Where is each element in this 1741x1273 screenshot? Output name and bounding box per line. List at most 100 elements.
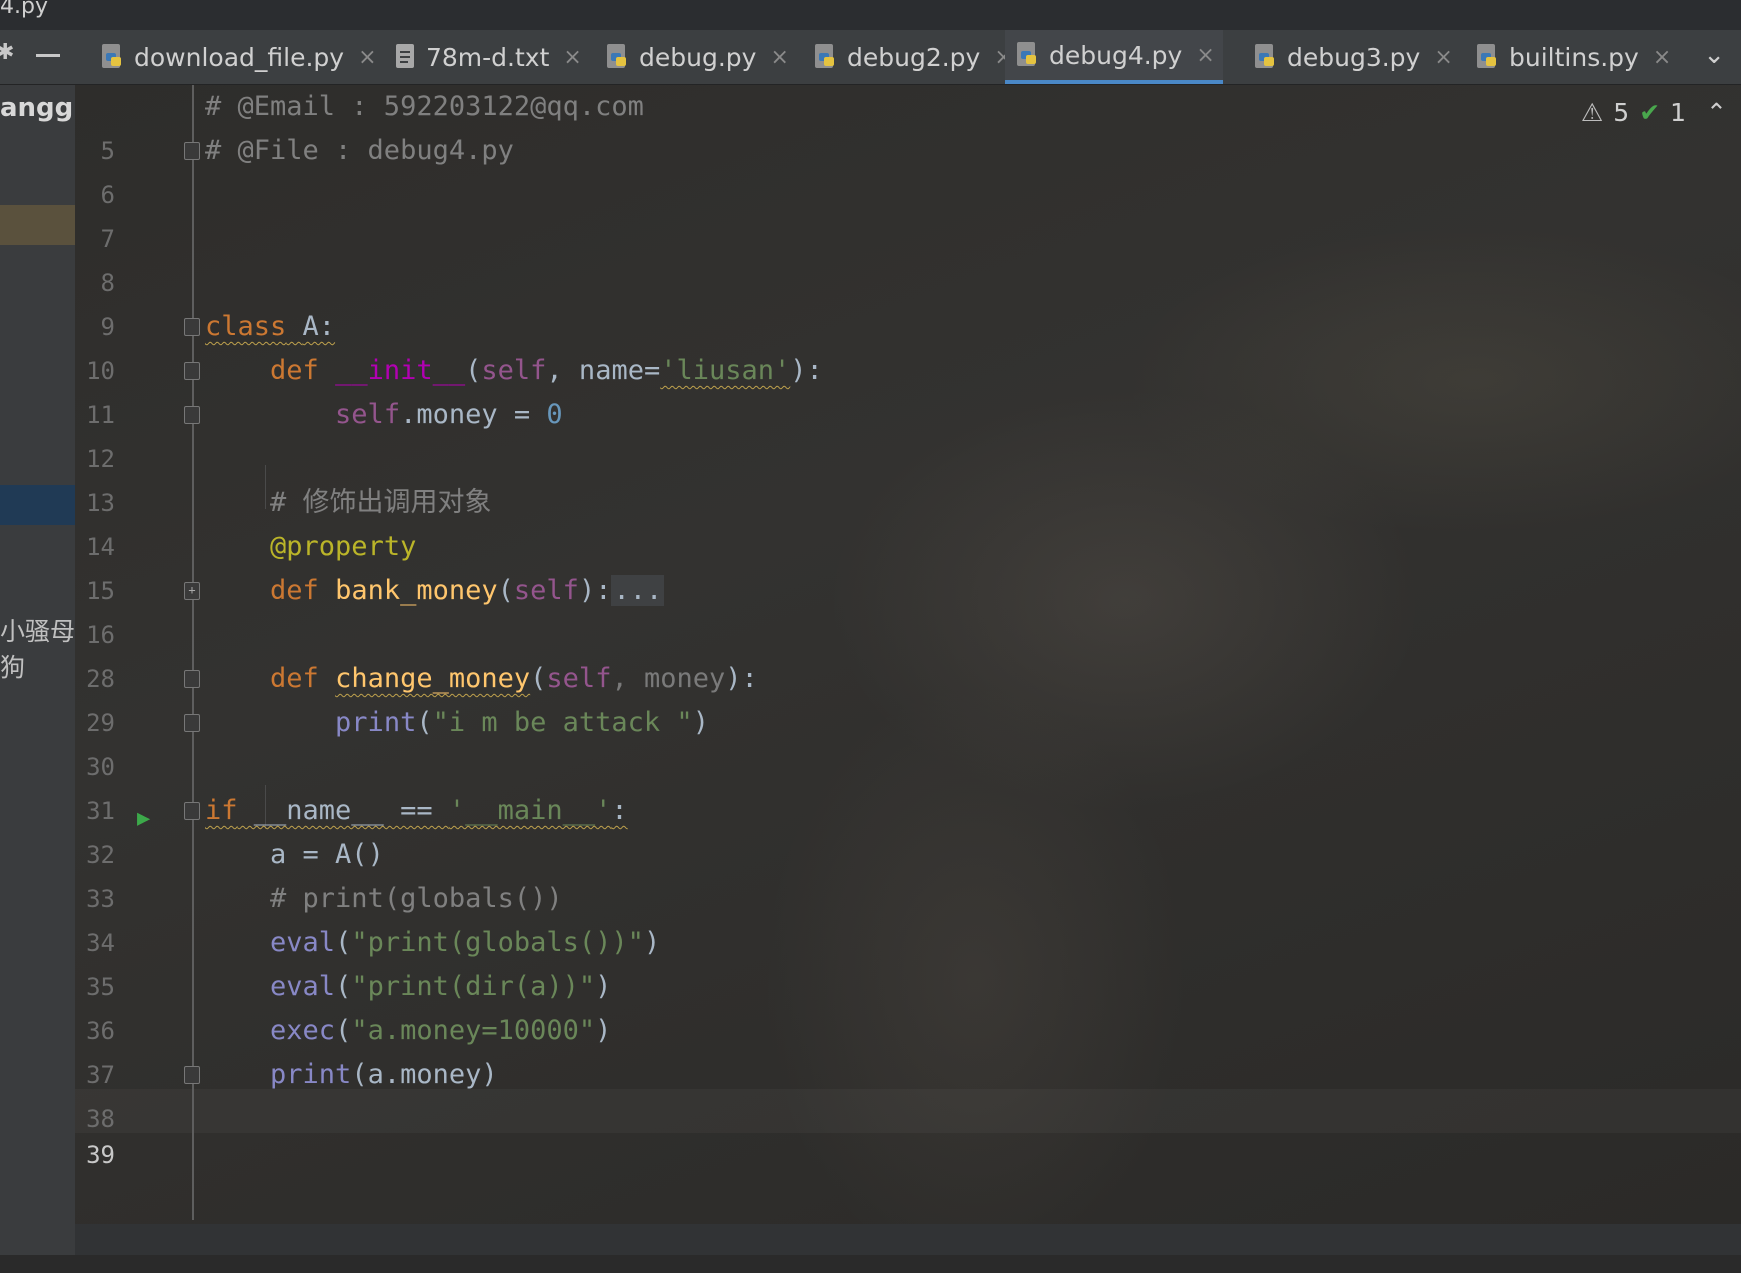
code-line[interactable]: 29 def change_money(self, money): xyxy=(75,657,1741,737)
expand-fold-icon[interactable]: + xyxy=(184,582,200,600)
python-file-icon xyxy=(1475,42,1501,72)
code-line[interactable]: 37 exec("a.money=10000") xyxy=(75,1009,1741,1089)
string-literal: '__main__' xyxy=(448,795,612,826)
code-editor[interactable]: 5 # @Email : 592203122@qq.com 6 # @File … xyxy=(75,85,1741,1225)
tab-label: debug4.py xyxy=(1049,40,1183,70)
fold-icon[interactable] xyxy=(184,670,200,688)
code-line[interactable]: 35 eval("print(globals())") xyxy=(75,921,1741,1001)
tab-label: 78m-d.txt xyxy=(426,42,550,72)
tab-debug4-py[interactable]: debug4.py × xyxy=(1005,30,1223,84)
code-line[interactable]: 32 ▶ if __name__ == '__main__': xyxy=(75,789,1741,869)
tab-debug3-py[interactable]: debug3.py × xyxy=(1243,30,1461,84)
punctuation: ( xyxy=(416,707,433,738)
code-line[interactable]: 36 eval("print(dir(a))") xyxy=(75,965,1741,1045)
function-name: bank_money xyxy=(335,575,498,606)
keyword: def xyxy=(270,575,319,606)
decorator: @property xyxy=(270,531,417,562)
warning-icon: ⚠ xyxy=(1580,98,1604,127)
tab-download-file-py[interactable]: download_file.py × xyxy=(90,30,385,84)
chevron-down-icon[interactable]: ⌄ xyxy=(1703,40,1725,70)
punctuation: ) xyxy=(643,927,661,958)
sidebar-selected-row[interactable] xyxy=(0,205,75,245)
code-line[interactable]: 28 xyxy=(75,613,1741,693)
code-line[interactable]: 12 self.money = 0 xyxy=(75,393,1741,473)
check-icon: ✔ xyxy=(1639,98,1661,127)
tab-label: builtins.py xyxy=(1509,42,1639,72)
code-line[interactable]: 9 xyxy=(75,261,1741,341)
code-line[interactable]: 16 + def bank_money(self):... xyxy=(75,569,1741,649)
statement: a = A() xyxy=(270,839,384,870)
inspection-widget[interactable]: ⚠ 5 ✔ 1 ⌃ xyxy=(1581,98,1727,127)
python-file-icon xyxy=(605,42,631,72)
code-line[interactable]: 6 # @File : debug4.py xyxy=(75,129,1741,209)
tab-78m-d-txt[interactable]: 78m-d.txt × xyxy=(382,30,590,84)
punctuation: ( xyxy=(465,355,482,386)
python-file-icon xyxy=(813,42,839,72)
text-file-icon xyxy=(392,42,418,72)
fold-end-icon[interactable] xyxy=(184,714,200,732)
code-line[interactable]: 11 def __init__(self, name='liusan'): xyxy=(75,349,1741,429)
sidebar-item-project[interactable]: anggu xyxy=(0,93,75,123)
hide-icon[interactable] xyxy=(36,54,60,57)
param: , name= xyxy=(546,355,661,386)
close-icon[interactable]: × xyxy=(563,45,581,70)
close-icon[interactable]: × xyxy=(770,45,788,70)
sidebar-item-label[interactable]: 小骚母狗 xyxy=(0,612,75,684)
punctuation: ): xyxy=(725,663,758,694)
code-line[interactable]: 15 @property xyxy=(75,525,1741,605)
keyword: if xyxy=(205,795,238,826)
chevron-up-icon[interactable]: ⌃ xyxy=(1706,98,1727,127)
fold-end-icon[interactable] xyxy=(184,1066,200,1084)
code-line[interactable]: 30 print("i m be attack ") xyxy=(75,701,1741,781)
tab-builtins-py[interactable]: builtins.py × xyxy=(1465,30,1679,84)
code-line[interactable]: 39 xyxy=(75,1089,1741,1169)
self-param: self xyxy=(513,575,579,606)
close-icon[interactable]: × xyxy=(358,45,376,70)
tab-label: debug.py xyxy=(639,42,757,72)
punctuation: ) xyxy=(595,971,612,1002)
code-line[interactable]: 33 a = A() xyxy=(75,833,1741,913)
fold-icon[interactable] xyxy=(184,362,200,380)
sidebar-focused-row[interactable] xyxy=(0,485,75,525)
code-line[interactable]: 34 # print(globals()) xyxy=(75,877,1741,957)
folded-code-placeholder[interactable]: ... xyxy=(611,575,665,606)
builtin-call: print xyxy=(270,1059,352,1090)
function-name: change_money xyxy=(335,663,531,694)
close-icon[interactable]: × xyxy=(1434,45,1452,70)
gear-icon[interactable]: ✱ xyxy=(0,40,14,65)
project-sidebar: anggu 小骚母狗 xyxy=(0,85,75,1255)
string-literal: "i m be attack " xyxy=(432,707,693,738)
keyword: def xyxy=(270,663,319,694)
tab-debug-py[interactable]: debug.py × xyxy=(595,30,797,84)
fold-icon[interactable] xyxy=(184,318,200,336)
code-line[interactable]: 31 xyxy=(75,745,1741,825)
close-icon[interactable]: × xyxy=(1653,45,1671,70)
punctuation: ): xyxy=(790,355,823,386)
punctuation: ( xyxy=(530,663,547,694)
builtin-call: exec xyxy=(270,1015,336,1046)
code-line[interactable]: 14 # 修饰出调用对象 xyxy=(75,481,1741,561)
self-ref: self xyxy=(335,399,401,430)
comment: # print(globals()) xyxy=(270,883,563,914)
code-line[interactable]: 7 xyxy=(75,173,1741,253)
punctuation: ( xyxy=(335,927,352,958)
code-line[interactable]: 13 xyxy=(75,437,1741,517)
fold-icon[interactable] xyxy=(184,802,200,820)
fold-end-icon[interactable] xyxy=(184,142,200,160)
window-title: 4.py xyxy=(0,0,48,19)
python-file-icon xyxy=(1015,40,1041,70)
horizontal-scrollbar[interactable] xyxy=(75,1224,1741,1255)
punctuation: ( xyxy=(335,971,352,1002)
punctuation: ): xyxy=(578,575,612,606)
tab-debug2-py[interactable]: debug2.py × xyxy=(803,30,1021,84)
editor-tab-bar: ✱ download_file.py × 78m-d.txt × debug.py × de… xyxy=(0,30,1741,85)
class-name: A: xyxy=(302,311,336,342)
code-line[interactable]: 5 # @Email : 592203122@qq.com xyxy=(75,85,1741,165)
close-icon[interactable]: × xyxy=(1196,43,1214,68)
string-literal: "print(dir(a))" xyxy=(351,971,596,1002)
comment-email: # @Email : 592203122@qq.com xyxy=(205,91,644,122)
code-line[interactable]: 10 class A: xyxy=(75,305,1741,385)
string-literal: 'liusan' xyxy=(660,355,791,386)
fold-end-icon[interactable] xyxy=(184,406,200,424)
code-line[interactable]: 8 xyxy=(75,217,1741,297)
